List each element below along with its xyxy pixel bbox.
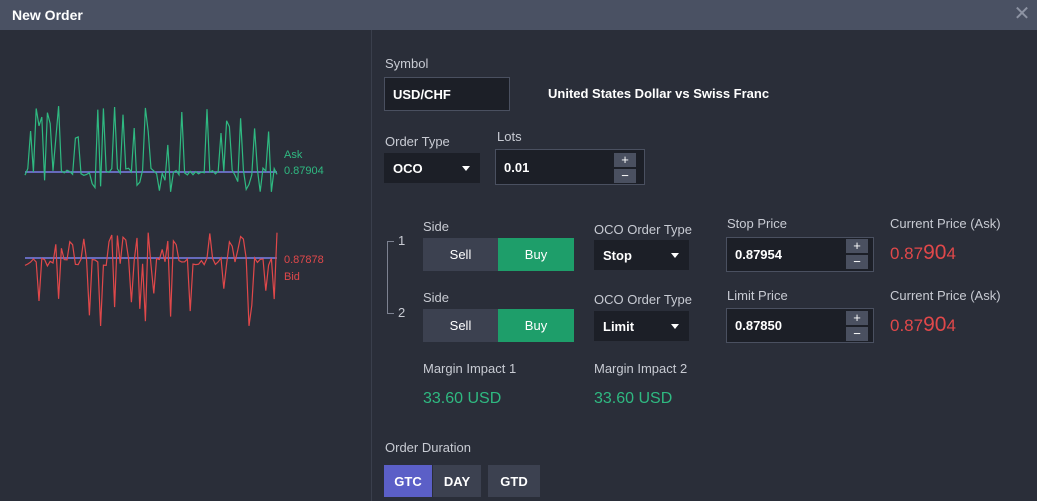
margin-impact-2-value: 33.60 USD: [594, 390, 673, 407]
symbol-description: United States Dollar vs Swiss Franc: [548, 86, 770, 101]
leg-2-sell-button[interactable]: Sell: [423, 309, 498, 342]
chevron-down-icon: [462, 166, 470, 171]
leg-2-buy-button[interactable]: Buy: [498, 309, 574, 342]
price-sparkline-panel: Ask 0.87904 0.87878 Bid: [0, 30, 372, 501]
leg-1-oco-type-value: Stop: [603, 247, 632, 263]
limit-price-label: Limit Price: [727, 288, 788, 303]
limit-price-increment-button[interactable]: +: [846, 311, 868, 325]
leg-2-current-price: 0.87904: [890, 313, 956, 336]
ask-label: Ask: [284, 149, 303, 161]
leg-2-oco-type-value: Limit: [603, 318, 635, 334]
order-type-value: OCO: [393, 160, 423, 176]
leg-1-current-price-label: Current Price (Ask): [890, 216, 1001, 231]
leg-1-number: 1: [398, 233, 406, 248]
order-form: Symbol USD/CHF United States Dollar vs S…: [373, 30, 1037, 501]
lots-decrement-button[interactable]: −: [614, 169, 636, 183]
order-duration-label: Order Duration: [385, 440, 471, 455]
title-bar: New Order ✕: [0, 0, 1037, 30]
leg-2-current-price-label: Current Price (Ask): [890, 288, 1001, 303]
lots-value: 0.01: [504, 159, 530, 175]
ask-sparkline: [24, 106, 278, 192]
stop-price-increment-button[interactable]: +: [846, 239, 868, 253]
order-type-label: Order Type: [385, 134, 450, 149]
stop-price-stepper: + −: [846, 239, 868, 271]
duration-day-button[interactable]: DAY: [433, 465, 481, 497]
leg-1-side-label: Side: [423, 219, 450, 234]
limit-price-stepper: + −: [846, 311, 868, 343]
bid-label: Bid: [284, 271, 300, 283]
symbol-value: USD/CHF: [393, 86, 451, 102]
leg-1-oco-type-label: OCO Order Type: [594, 222, 693, 237]
close-icon[interactable]: ✕: [1011, 3, 1033, 25]
leg-2-oco-type-select[interactable]: Limit: [594, 311, 689, 341]
chevron-down-icon: [671, 253, 679, 258]
leg-1-oco-type-select[interactable]: Stop: [594, 240, 689, 270]
symbol-input[interactable]: USD/CHF: [384, 77, 510, 111]
margin-impact-2-label: Margin Impact 2: [594, 361, 688, 376]
leg-2-side-label: Side: [423, 290, 450, 305]
lots-increment-button[interactable]: +: [614, 153, 636, 167]
stop-price-value: 0.87954: [735, 247, 782, 262]
ask-value: 0.87904: [284, 165, 324, 177]
symbol-label: Symbol: [385, 56, 429, 71]
leg-bracket: [387, 241, 388, 313]
bracket-top: [387, 241, 394, 242]
leg-1-buy-button[interactable]: Buy: [498, 238, 574, 271]
stop-price-label: Stop Price: [727, 216, 787, 231]
window-title: New Order: [12, 7, 83, 23]
chevron-down-icon: [671, 324, 679, 329]
margin-impact-1-value: 33.60 USD: [423, 390, 502, 407]
duration-gtd-button[interactable]: GTD: [488, 465, 540, 497]
sparkline-chart: Ask 0.87904 0.87878 Bid: [24, 106, 324, 327]
bid-value: 0.87878: [284, 254, 324, 266]
leg-1-sell-button[interactable]: Sell: [423, 238, 498, 271]
leg-2-number: 2: [398, 305, 406, 320]
duration-gtc-button[interactable]: GTC: [384, 465, 432, 497]
margin-impact-1-label: Margin Impact 1: [423, 361, 517, 376]
limit-price-value: 0.87850: [735, 318, 782, 333]
leg-2-oco-type-label: OCO Order Type: [594, 292, 693, 307]
lots-label: Lots: [497, 129, 522, 144]
bid-sparkline: [24, 232, 278, 327]
leg-1-current-price: 0.87904: [890, 241, 956, 264]
limit-price-decrement-button[interactable]: −: [846, 327, 868, 341]
bracket-bottom: [387, 313, 394, 314]
lots-stepper: + −: [614, 153, 636, 185]
order-type-select[interactable]: OCO: [384, 153, 480, 183]
stop-price-decrement-button[interactable]: −: [846, 255, 868, 269]
